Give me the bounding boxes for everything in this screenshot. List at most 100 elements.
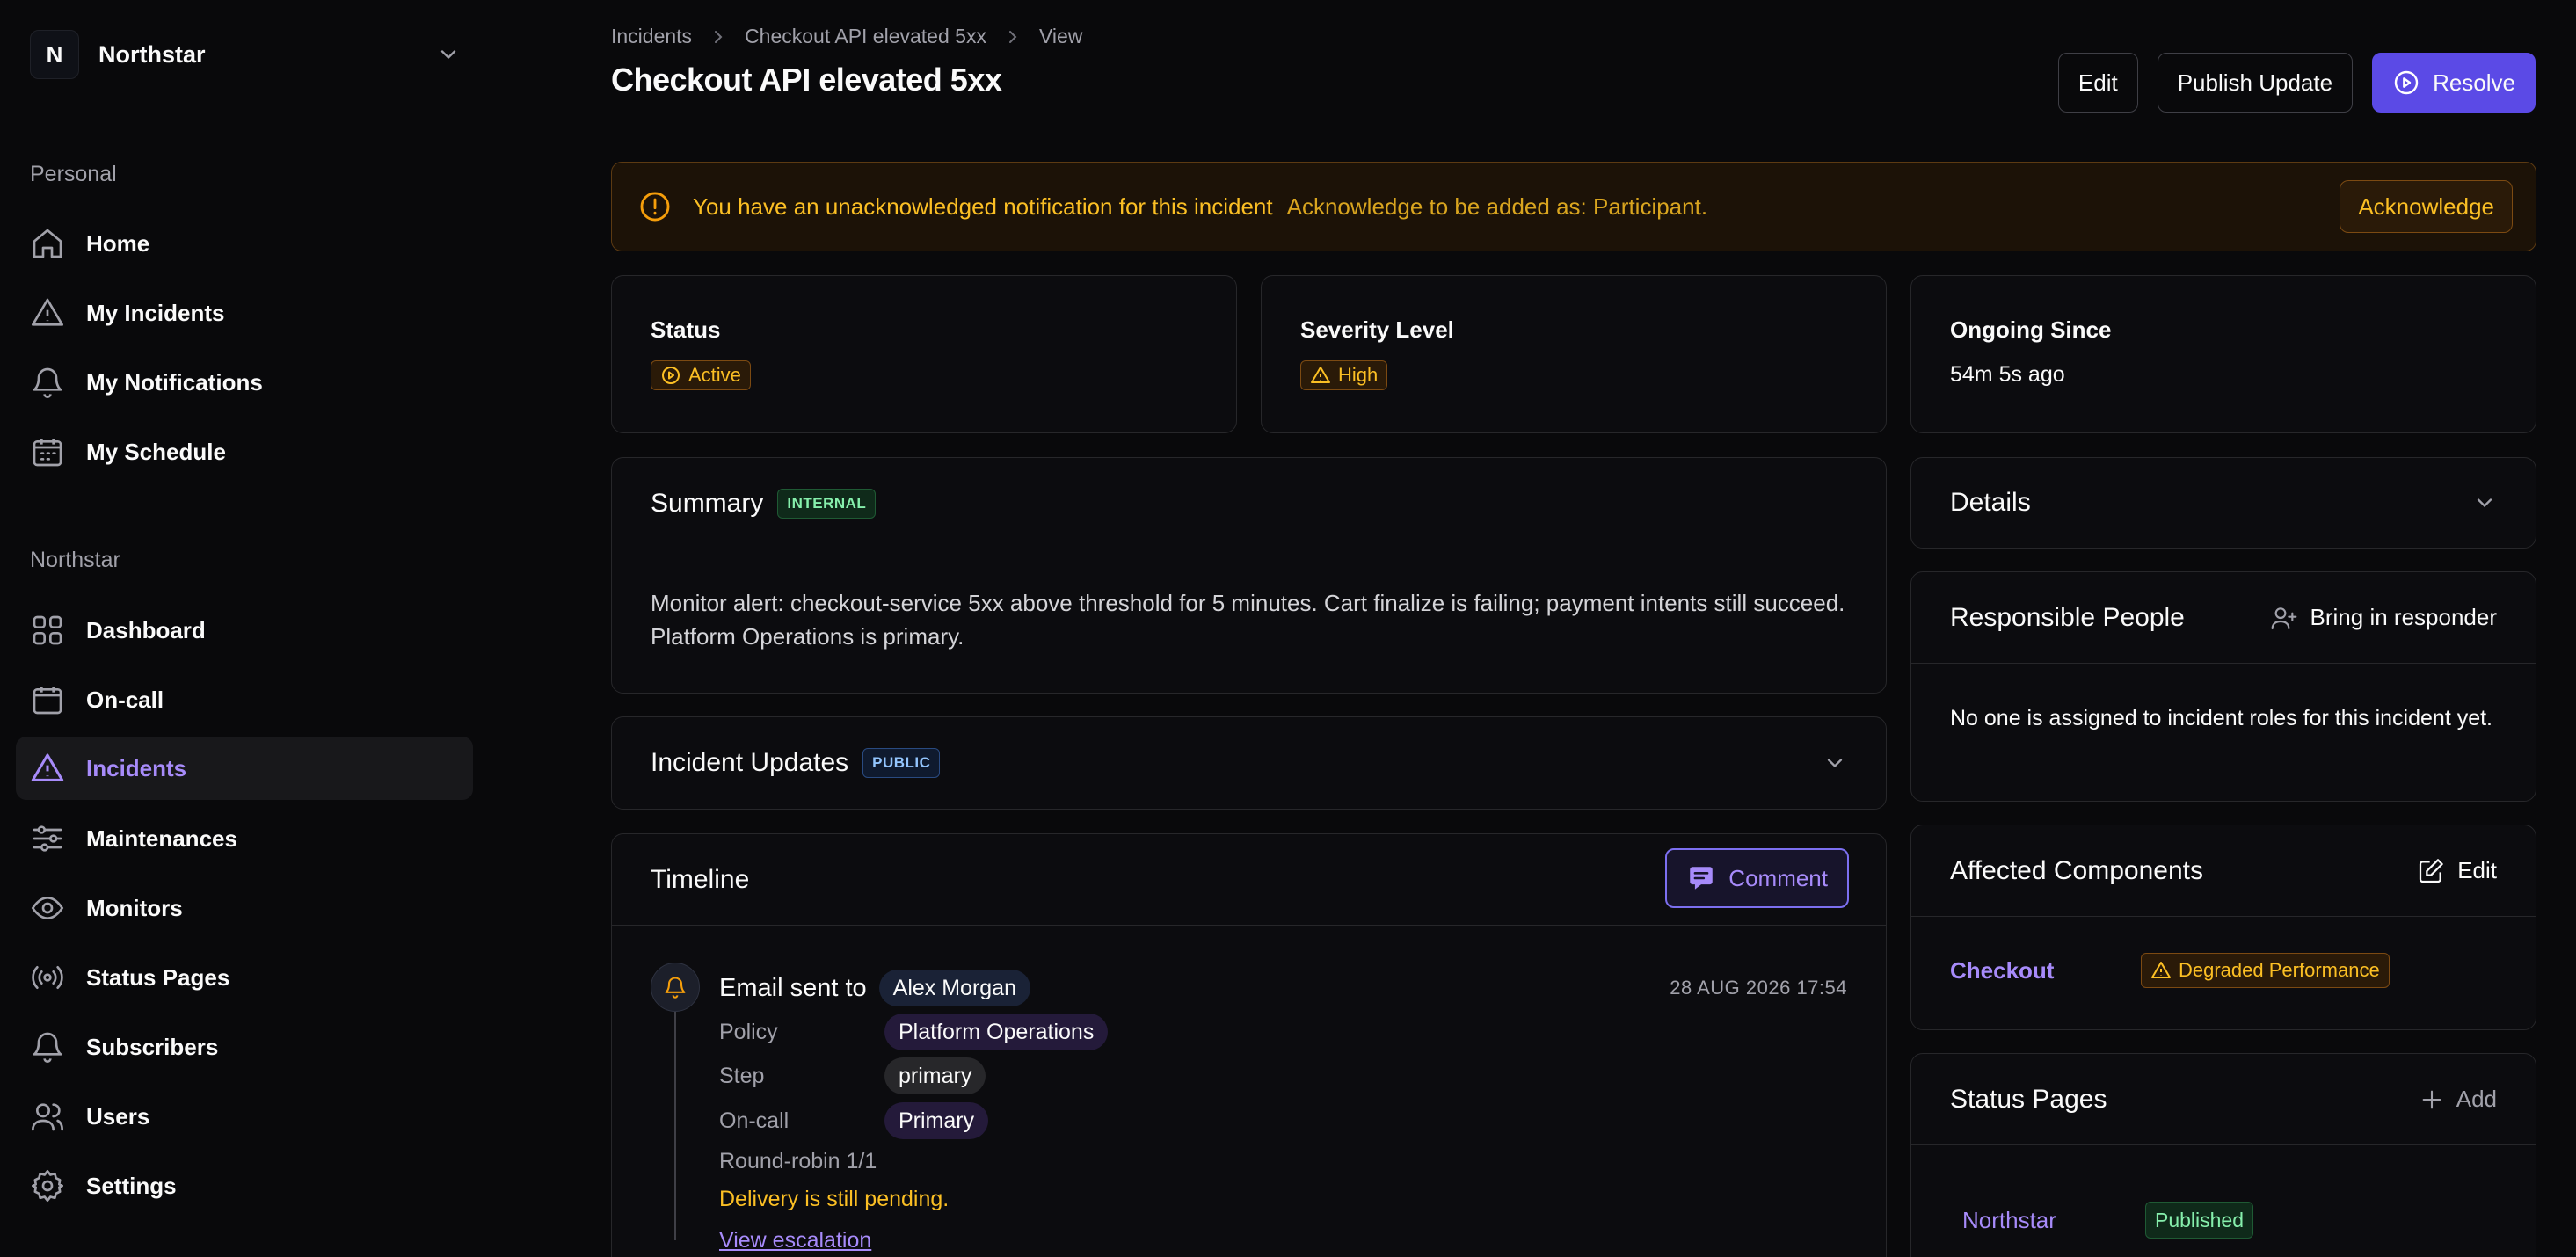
component-row: Checkout Degraded Performance <box>1950 953 2390 988</box>
ongoing-card: Ongoing Since 54m 5s ago <box>1910 275 2536 433</box>
summary-title: Summary <box>651 488 764 518</box>
acknowledge-notice: You have an unacknowledged notification … <box>611 162 2536 251</box>
org-name: Northstar <box>98 40 206 68</box>
alert-circle-icon <box>640 192 670 222</box>
status-pages-card: Status Pages Add Northstar Published <box>1910 1053 2536 1257</box>
chevron-down-icon <box>2477 498 2492 508</box>
summary-card: Summary INTERNAL Monitor alert: checkout… <box>611 457 1887 694</box>
sidebar-item-dashboard[interactable]: Dashboard <box>16 599 473 662</box>
alert-triangle-icon <box>32 298 63 326</box>
ongoing-value: 54m 5s ago <box>1950 362 2065 387</box>
org-switcher[interactable]: N Northstar <box>30 26 461 83</box>
edit-components-label: Edit <box>2457 857 2497 883</box>
severity-badge: High <box>1300 360 1388 390</box>
publish-update-button[interactable]: Publish Update <box>2157 53 2354 113</box>
step-row: Step primary <box>719 1057 986 1094</box>
sidebar-item-users[interactable]: Users <box>16 1085 473 1148</box>
sidebar-item-label: My Schedule <box>86 438 226 465</box>
alert-triangle-icon <box>1311 367 1330 383</box>
step-label: Step <box>719 1063 765 1088</box>
nav-section-personal: Personal <box>30 162 117 186</box>
status-label: Status <box>651 316 721 343</box>
view-escalation-link[interactable]: View escalation <box>719 1228 871 1253</box>
sidebar-item-on-call[interactable]: On-call <box>16 668 473 731</box>
page-title: Checkout API elevated 5xx <box>611 62 1002 98</box>
sidebar-item-label: My Incidents <box>86 299 225 326</box>
breadcrumb-incidents[interactable]: Incidents <box>611 25 692 48</box>
sliders-icon <box>33 825 62 852</box>
sidebar-item-label: Status Pages <box>86 963 230 991</box>
sidebar-item-label: Home <box>86 229 150 257</box>
edit-components-button[interactable]: Edit <box>2417 857 2497 885</box>
resolve-button[interactable]: Resolve <box>2372 53 2536 113</box>
responsible-empty-text: No one is assigned to incident roles for… <box>1950 706 2493 730</box>
status-badge: Active <box>651 360 751 390</box>
incident-updates-header[interactable]: Incident Updates PUBLIC <box>612 717 1886 809</box>
severity-badge-wrap: High <box>1300 360 1388 390</box>
details-card[interactable]: Details <box>1910 457 2536 549</box>
bring-in-responder-button[interactable]: Bring in responder <box>2270 604 2497 632</box>
add-status-page-button[interactable]: Add <box>2420 1086 2497 1113</box>
breadcrumb-view: View <box>1038 25 1083 47</box>
home-icon <box>33 229 62 258</box>
oncall-row: On-call Primary <box>719 1102 989 1139</box>
sidebar-item-label: Maintenances <box>86 825 237 852</box>
components-header: Affected Components Edit <box>1911 825 2536 917</box>
recipient-pill[interactable]: Alex Morgan <box>878 970 1030 1006</box>
incident-updates-title: Incident Updates <box>651 748 849 777</box>
sidebar-item-status-pages[interactable]: Status Pages <box>16 946 473 1009</box>
sidebar-item-subscribers[interactable]: Subscribers <box>16 1015 473 1079</box>
sidebar-item-my-incidents[interactable]: My Incidents <box>16 281 473 345</box>
notice-title: You have an unacknowledged notification … <box>693 193 1273 220</box>
resolve-label: Resolve <box>2433 69 2515 96</box>
component-name[interactable]: Checkout <box>1950 957 2141 985</box>
status-page-row: Northstar Published <box>1962 1202 2254 1239</box>
internal-tag: INTERNAL <box>777 488 877 519</box>
status-pages-header: Status Pages Add <box>1911 1054 2536 1145</box>
notice-subtitle: Acknowledge to be added as: Participant. <box>1286 193 1708 220</box>
chevron-right-icon <box>1008 30 1017 43</box>
sidebar-item-label: Settings <box>86 1172 177 1199</box>
sidebar-item-monitors[interactable]: Monitors <box>16 876 473 940</box>
affected-components-card: Affected Components Edit Checkout Degrad… <box>1910 825 2536 1030</box>
sidebar-item-label: On-call <box>86 686 164 713</box>
sidebar-item-label: Users <box>86 1102 150 1130</box>
sidebar-item-my-schedule[interactable]: My Schedule <box>16 420 473 483</box>
sidebar-item-settings[interactable]: Settings <box>16 1154 473 1217</box>
org-avatar: N <box>30 30 79 79</box>
policy-row: Policy Platform Operations <box>719 1014 1109 1050</box>
policy-pill[interactable]: Platform Operations <box>884 1014 1109 1050</box>
severity-card: Severity Level High <box>1261 275 1887 433</box>
status-page-badge: Published <box>2145 1202 2254 1239</box>
bell-icon <box>33 1032 62 1063</box>
calendar-icon <box>33 439 62 467</box>
breadcrumb-incident[interactable]: Checkout API elevated 5xx <box>745 25 986 48</box>
components-title: Affected Components <box>1950 855 2203 885</box>
status-page-name[interactable]: Northstar <box>1962 1207 2145 1234</box>
sidebar-item-maintenances[interactable]: Maintenances <box>16 807 473 870</box>
chevron-right-icon <box>715 30 723 43</box>
play-circle-icon <box>662 367 680 384</box>
bell-icon <box>33 367 62 398</box>
timeline-header: Timeline Comment <box>612 834 1886 926</box>
sidebar-item-home[interactable]: Home <box>16 212 473 275</box>
timeline-entry-prefix: Email sent to <box>719 973 867 1002</box>
sidebar-item-my-notifications[interactable]: My Notifications <box>16 351 473 414</box>
comment-button[interactable]: Comment <box>1665 848 1849 908</box>
incident-updates-card[interactable]: Incident Updates PUBLIC <box>611 716 1887 810</box>
sidebar-item-label: Monitors <box>86 894 183 921</box>
component-status: Degraded Performance <box>2179 959 2380 981</box>
edit-icon <box>2420 858 2443 883</box>
timeline-entry-title: Email sent to Alex Morgan <box>719 970 1030 1006</box>
status-card: Status Active <box>611 275 1237 433</box>
pending-text: Delivery is still pending. <box>719 1187 950 1211</box>
responsible-header: Responsible People Bring in responder <box>1911 572 2536 664</box>
oncall-pill[interactable]: Primary <box>884 1102 989 1139</box>
policy-label: Policy <box>719 1019 778 1044</box>
details-header[interactable]: Details <box>1911 458 2536 548</box>
chevron-down-icon <box>1827 759 1843 768</box>
plus-icon <box>2422 1090 2441 1108</box>
acknowledge-button[interactable]: Acknowledge <box>2340 180 2513 233</box>
edit-button[interactable]: Edit <box>2057 53 2138 113</box>
sidebar-item-incidents[interactable]: Incidents <box>16 737 473 800</box>
